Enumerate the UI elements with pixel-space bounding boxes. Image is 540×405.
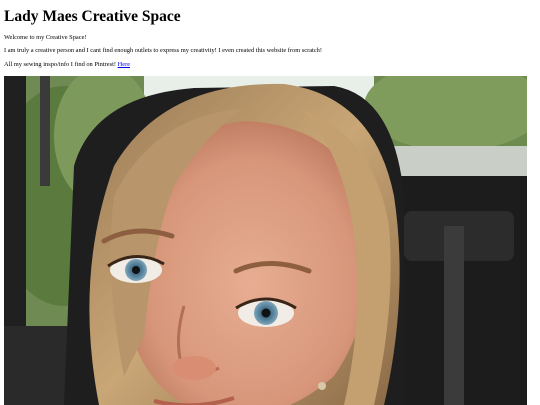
page: Lady Maes Creative Space Welcome to my C…: [0, 0, 540, 405]
pinterest-link[interactable]: Here: [118, 61, 130, 68]
inspo-text: All my sewing inspo/info I find on Pintr…: [4, 61, 117, 68]
selfie-photo: [4, 76, 527, 405]
page-title: Lady Maes Creative Space: [4, 8, 181, 25]
inspo-line: All my sewing inspo/info I find on Pintr…: [4, 61, 130, 69]
intro-text: I am truly a creative person and I cant …: [4, 47, 322, 54]
welcome-text: Welcome to my Creative Space!: [4, 34, 87, 41]
